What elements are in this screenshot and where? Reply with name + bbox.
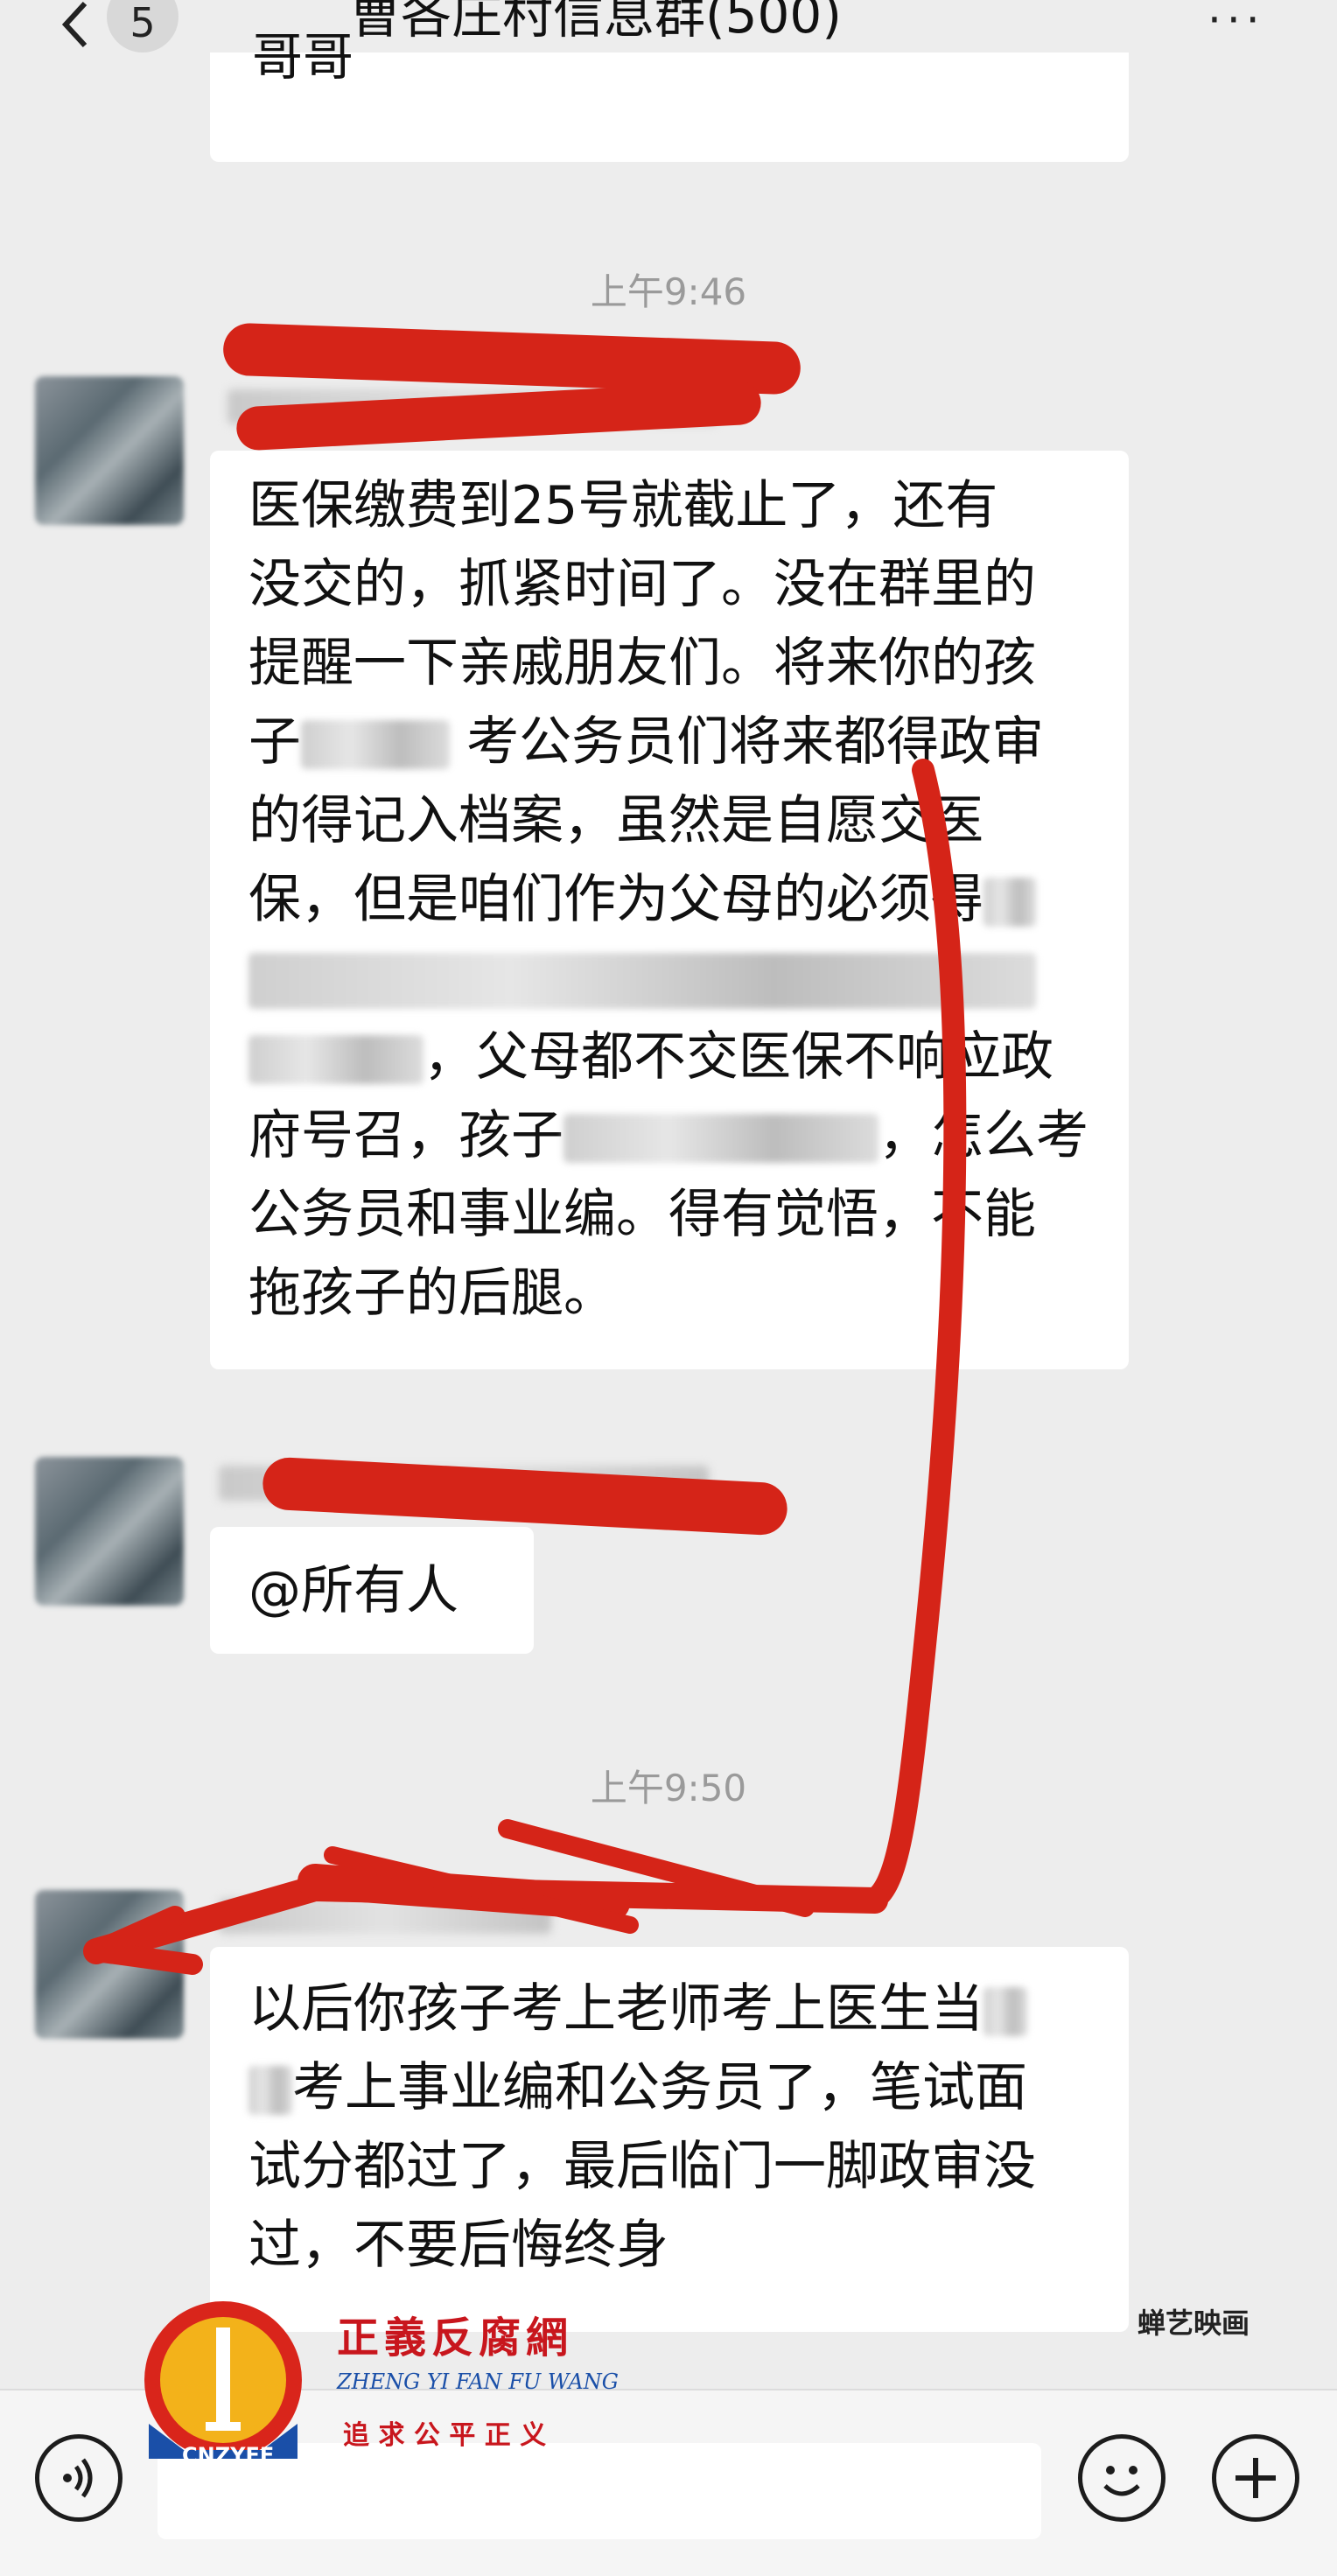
redacted-text bbox=[248, 953, 1036, 1010]
redacted-text bbox=[248, 1035, 424, 1085]
voice-icon[interactable] bbox=[35, 2434, 122, 2522]
message-bubble: @所有人 bbox=[210, 1527, 534, 1654]
badge-text: CNZYFF bbox=[182, 2443, 275, 2468]
message-bubble: 医保缴费到25号就截止了，还有 没交的，抓紧时间了。没在群里的 提醒一下亲戚朋友… bbox=[210, 451, 1129, 1369]
avatar[interactable] bbox=[35, 376, 184, 525]
watermark-pinyin: ZHENG YI FAN FU WANG bbox=[337, 2370, 619, 2394]
avatar[interactable] bbox=[35, 1457, 184, 1606]
message-text: 哥哥 bbox=[252, 27, 354, 87]
corner-watermark: 蝉艺映画 bbox=[1138, 2306, 1250, 2340]
message-text: 医保缴费到25号就截止了，还有 没交的，抓紧时间了。没在群里的 提醒一下亲戚朋友… bbox=[248, 475, 1088, 1324]
message-bubble-previous: 哥哥 bbox=[210, 27, 1129, 162]
message-text: 以后你孩子考上老师考上医生当 考上事业编和公务员了，笔试面 试分都过了，最后临门… bbox=[248, 1978, 1036, 2276]
message-text: @所有人 bbox=[248, 1560, 458, 1621]
message-bubble: 以后你孩子考上老师考上医生当 考上事业编和公务员了，笔试面 试分都过了，最后临门… bbox=[210, 1947, 1129, 2332]
watermark-logo: CNZYFF bbox=[131, 2292, 315, 2476]
redacted-text bbox=[301, 720, 450, 770]
watermark-name: 正義反腐網 bbox=[337, 2314, 574, 2362]
timestamp: 上午9:50 bbox=[590, 1767, 747, 1810]
chevron-left-icon[interactable] bbox=[48, 0, 101, 52]
avatar[interactable] bbox=[35, 1890, 184, 2039]
timestamp: 上午9:46 bbox=[590, 270, 747, 313]
redacted-text bbox=[984, 1987, 1027, 2037]
watermark-slogan: 追 求 公 平 正 义 bbox=[343, 2420, 547, 2451]
redacted-text bbox=[564, 1114, 878, 1164]
more-options-icon[interactable]: ··· bbox=[1208, 0, 1265, 46]
redacted-text bbox=[248, 2066, 292, 2116]
sender-name-redacted bbox=[219, 1899, 551, 1934]
chat-title: 曹各庄村信息群(500) bbox=[350, 0, 842, 45]
plus-icon[interactable] bbox=[1212, 2434, 1299, 2522]
unread-count-badge[interactable]: 5 bbox=[107, 0, 178, 52]
redacted-text bbox=[984, 878, 1036, 928]
emoji-icon[interactable] bbox=[1078, 2434, 1166, 2522]
